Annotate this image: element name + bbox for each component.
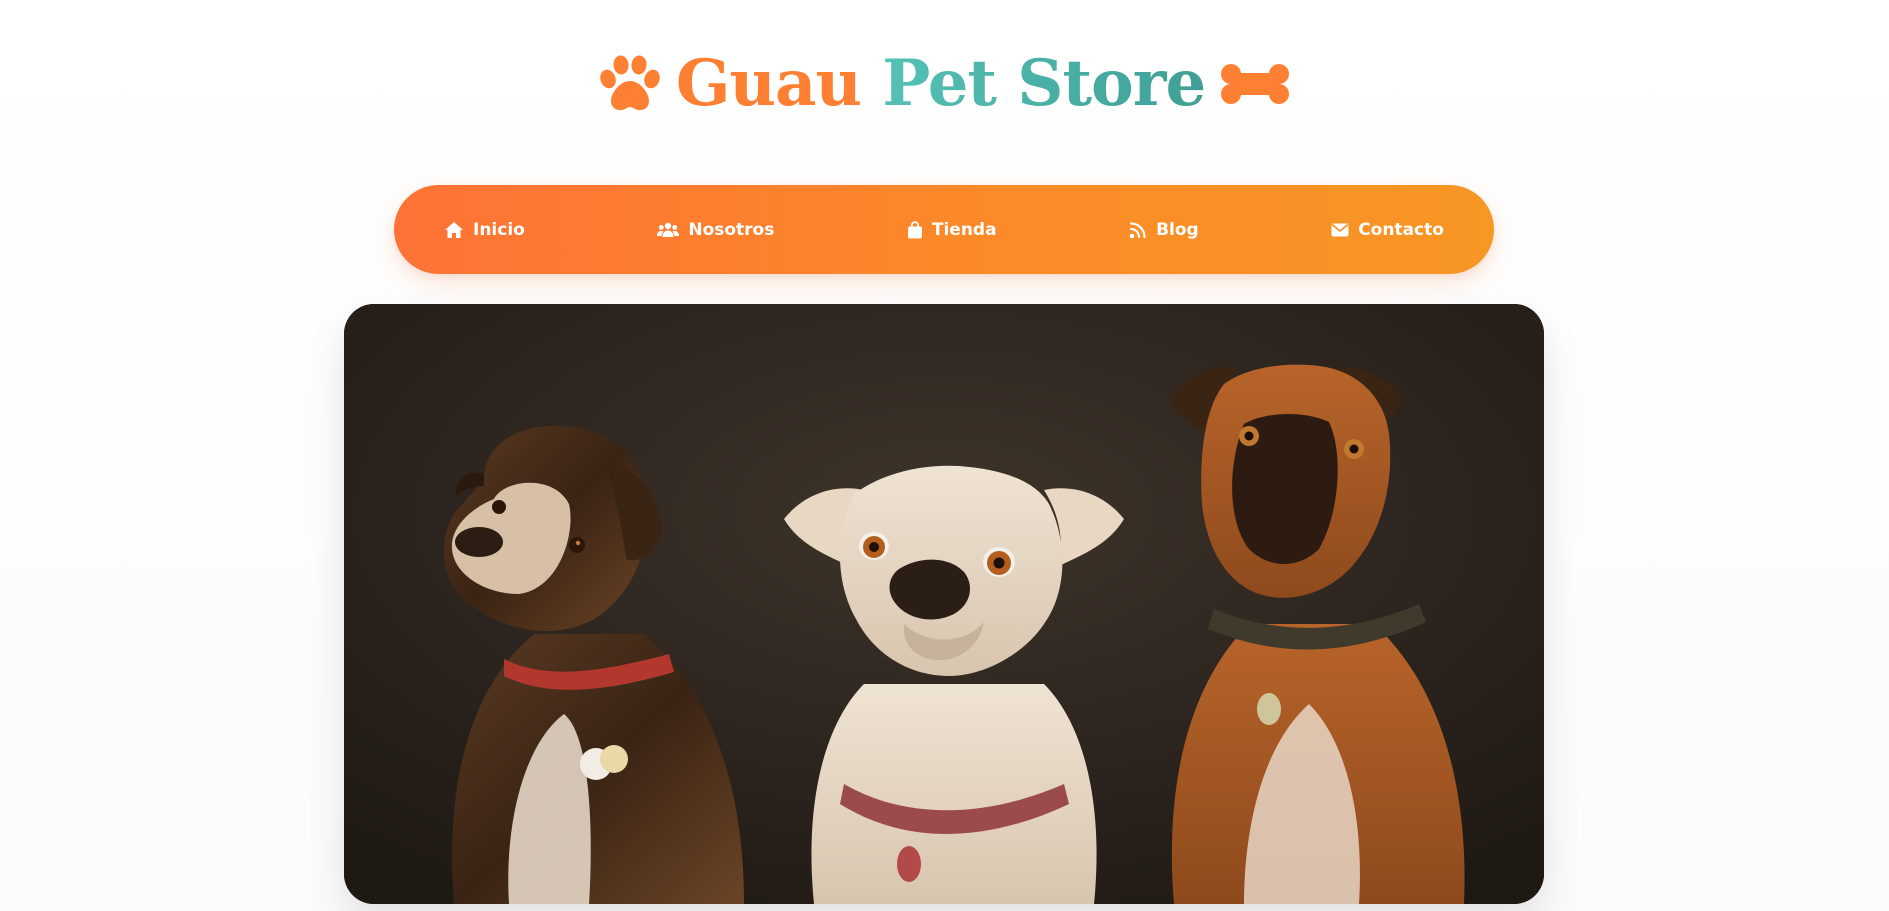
nav-item-blog[interactable]: Blog	[1129, 220, 1199, 240]
logo-word-pet-store: Pet Store	[882, 46, 1206, 121]
envelope-icon	[1331, 223, 1349, 237]
bone-icon	[1219, 62, 1291, 106]
rss-icon	[1129, 221, 1147, 239]
shopping-bag-icon	[907, 220, 923, 239]
logo-text: Guau Pet Store	[676, 52, 1206, 116]
nav-item-nosotros[interactable]: Nosotros	[657, 220, 774, 240]
site-logo[interactable]: Guau Pet Store	[0, 40, 1889, 128]
paw-icon	[598, 55, 662, 113]
nav-item-label: Contacto	[1358, 219, 1444, 240]
users-icon	[657, 222, 680, 238]
nav-item-contacto[interactable]: Contacto	[1331, 220, 1444, 240]
nav-item-label: Blog	[1156, 219, 1199, 240]
home-icon	[444, 221, 464, 239]
main-nav: Inicio Nosotros Tienda Blog Contacto	[394, 185, 1494, 274]
logo-word-guau: Guau	[675, 46, 862, 121]
three-dogs-photo	[344, 304, 1544, 904]
hero-image	[344, 304, 1544, 904]
nav-item-label: Inicio	[473, 219, 525, 240]
nav-item-label: Nosotros	[688, 219, 775, 240]
nav-item-inicio[interactable]: Inicio	[444, 220, 525, 240]
nav-item-tienda[interactable]: Tienda	[907, 220, 997, 240]
nav-item-label: Tienda	[931, 219, 997, 240]
